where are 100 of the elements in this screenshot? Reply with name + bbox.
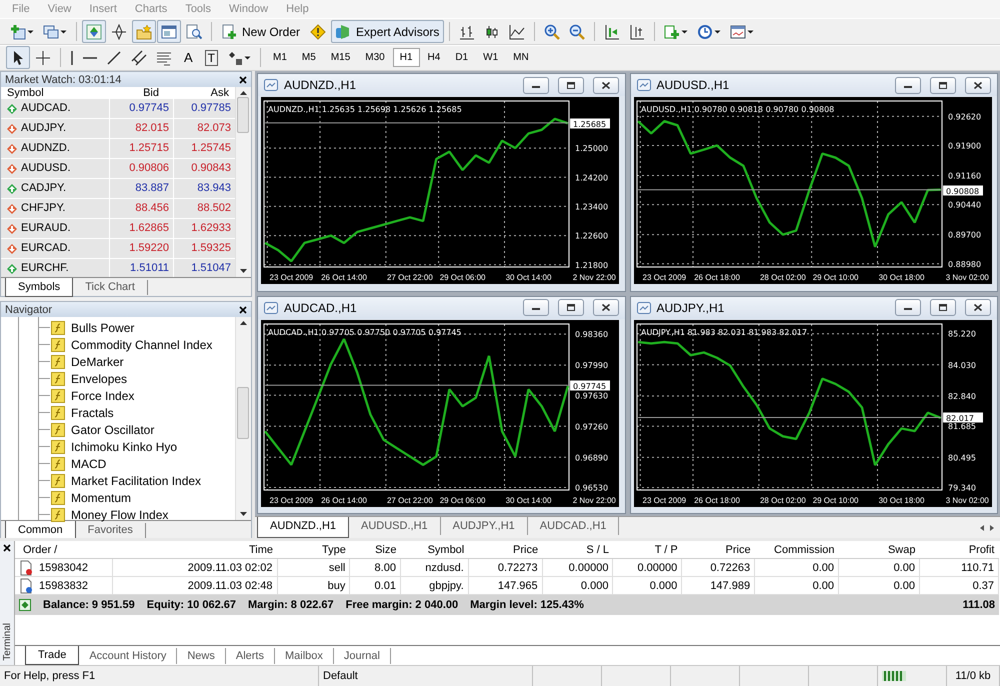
- tree-item[interactable]: Money Flow Index: [71, 508, 168, 522]
- axis-label: 23 Oct 2009: [270, 496, 314, 505]
- scrollbar-thumb[interactable]: [237, 387, 249, 440]
- scroll-up-icon[interactable]: [240, 321, 247, 326]
- column-header[interactable]: Ask: [165, 87, 235, 100]
- scrollbar[interactable]: [235, 87, 251, 278]
- tree-item[interactable]: Envelopes: [71, 372, 128, 386]
- column-header[interactable]: Commission: [754, 541, 839, 559]
- tree-item[interactable]: Ichimoku Kinko Hyo: [71, 440, 178, 454]
- column-header[interactable]: Type: [277, 541, 350, 559]
- minimize-button[interactable]: [522, 76, 548, 94]
- restore-button[interactable]: [930, 299, 956, 316]
- table-row[interactable]: CHFJPY. 88.456 88.502: [1, 199, 235, 220]
- tree-item[interactable]: Commodity Channel Index: [71, 338, 212, 352]
- column-header[interactable]: Symbol: [1, 87, 95, 100]
- price-chart[interactable]: 1.25000 1.24200 1.23400 1.22600 1.21800 23 Oct 2009 26 Oct 14:00 27 Oct 22:00 29 Oct 06:00 30 Oct 14:00 2 Nov 22:00 1.25685 AUDNZD.,H1 1.25635 1.25698 1.25626 1.25685: [261, 97, 619, 284]
- vertical-line-icon: [70, 50, 74, 65]
- toolbar-button[interactable]: [6, 46, 30, 70]
- column-header[interactable]: Size: [350, 541, 400, 559]
- tab[interactable]: News: [177, 648, 226, 664]
- table-row[interactable]: 15983042 2009.11.03 02:02 sell 8.00 nzdusd. 0.72273 0.00000 0.00000 0.72263 0.00 0.00 110.71: [15, 558, 998, 577]
- table-cell: 0.90806: [109, 159, 173, 178]
- column-header[interactable]: Symbol: [400, 541, 468, 559]
- minimize-button[interactable]: [895, 299, 921, 316]
- scroll-down-icon[interactable]: [240, 512, 247, 516]
- table-cell: 83.887: [109, 179, 173, 198]
- table-row[interactable]: EURAUD. 1.62865 1.62933: [1, 219, 235, 240]
- window-title: AUDJPY.,H1: [656, 300, 726, 315]
- tab[interactable]: AUDNZD.,H1: [257, 517, 350, 538]
- minimize-button[interactable]: [522, 299, 548, 316]
- close-button[interactable]: [592, 299, 618, 316]
- timeframe-button[interactable]: H4: [420, 48, 448, 68]
- column-header[interactable]: Price: [468, 541, 542, 559]
- tab[interactable]: AUDCAD.,H1: [528, 517, 620, 536]
- restore-button[interactable]: [930, 76, 956, 94]
- close-icon[interactable]: [239, 76, 247, 84]
- column-header[interactable]: Profit: [919, 541, 998, 559]
- scroll-down-icon[interactable]: [240, 269, 247, 274]
- tab[interactable]: AUDUSD.,H1: [349, 517, 441, 536]
- column-header[interactable]: Swap: [838, 541, 920, 559]
- label-tool-button[interactable]: T: [200, 46, 222, 70]
- tree-item[interactable]: MACD: [71, 456, 106, 471]
- tree-item[interactable]: Momentum: [71, 490, 132, 505]
- axis-label: 28 Oct 02:00: [760, 496, 806, 505]
- table-row[interactable]: CADJPY. 83.887 83.943: [1, 179, 235, 200]
- column-header[interactable]: Bid: [95, 87, 165, 100]
- tree-item[interactable]: Fractals: [71, 406, 114, 420]
- minimize-button[interactable]: [895, 76, 921, 94]
- tree-item[interactable]: Bulls Power: [71, 320, 134, 335]
- close-icon[interactable]: [239, 306, 247, 314]
- scrollbar-thumb[interactable]: [237, 97, 249, 134]
- tab[interactable]: Tick Chart: [73, 280, 148, 296]
- timeframe-button[interactable]: D1: [448, 48, 476, 68]
- price-chart[interactable]: 0.92620 0.91900 0.91160 0.90440 0.89700 0.88980 23 Oct 2009 26 Oct 18:00 28 Oct 02:00 29 Oct 10:00 30 Oct 18:00 3 Nov 02:00 0.90808 AUDUSD.,H1 0.90780 0.90818 0.90780 0.90808: [634, 97, 992, 284]
- tab[interactable]: Account History: [79, 648, 178, 664]
- timeframe-button[interactable]: M5: [294, 48, 323, 68]
- tab[interactable]: Alerts: [226, 648, 275, 664]
- column-header[interactable]: S / L: [542, 541, 613, 559]
- timeframe-button[interactable]: M1: [266, 48, 294, 68]
- tab[interactable]: AUDJPY.,H1: [440, 517, 528, 536]
- column-header[interactable]: Order /: [15, 541, 112, 559]
- column-header[interactable]: T / P: [612, 541, 682, 559]
- tree-item[interactable]: Gator Oscillator: [71, 422, 154, 437]
- table-cell: 0.00000: [542, 558, 613, 577]
- scrollbar[interactable]: [235, 317, 251, 520]
- close-button[interactable]: [965, 76, 991, 94]
- timeframe-button[interactable]: H1: [392, 48, 420, 68]
- indicator-icon: [51, 456, 65, 471]
- tab[interactable]: Symbols: [5, 278, 74, 298]
- tab[interactable]: Mailbox: [275, 648, 334, 664]
- timeframe-button[interactable]: MN: [506, 48, 536, 68]
- tab[interactable]: Trade: [25, 646, 80, 665]
- column-header[interactable]: Time: [112, 541, 278, 559]
- timeframe-button[interactable]: M30: [358, 48, 392, 68]
- table-row[interactable]: AUDNZD. 1.25715 1.25745: [1, 139, 235, 160]
- table-row[interactable]: EURCHF. 1.51011 1.51047: [1, 259, 235, 280]
- tree-item[interactable]: Market Facilitation Index: [71, 474, 202, 488]
- close-button[interactable]: [965, 299, 991, 316]
- text-tool-button[interactable]: A: [177, 46, 200, 70]
- expert-advisors-button[interactable]: Expert Advisors: [331, 20, 444, 44]
- new-order-button[interactable]: New Order: [217, 20, 306, 44]
- table-row[interactable]: AUDUSD. 0.90806 0.90843: [1, 159, 235, 180]
- scroll-left-icon[interactable]: [980, 525, 984, 532]
- timeframe-button[interactable]: M15: [324, 48, 358, 68]
- table-row[interactable]: AUDJPY. 82.015 82.073: [1, 119, 235, 140]
- close-button[interactable]: [592, 76, 618, 94]
- column-header[interactable]: Price: [682, 541, 755, 559]
- table-row[interactable]: AUDCAD. 0.97745 0.97785: [1, 99, 235, 120]
- close-icon: [600, 80, 610, 90]
- tab[interactable]: Journal: [334, 648, 391, 664]
- price-chart[interactable]: 85.220 84.030 82.840 81.685 80.495 79.340 23 Oct 2009 26 Oct 18:00 28 Oct 02:00 29 Oct 10:00 30 Oct 18:00 3 Nov 02:00 82.017 AUDJPY.,H1 81.983 82.031 81.983 82.017: [634, 320, 992, 507]
- close-icon[interactable]: [3, 544, 11, 552]
- price-chart[interactable]: 0.98360 0.97990 0.97630 0.97260 0.96890 0.96530 23 Oct 2009 26 Oct 14:00 27 Oct 22:00 29 Oct 06:00 30 Oct 14:00 2 Nov 22:00 0.97745 AUDCAD.,H1 0.97705 0.97750 0.97705 0.97745: [261, 320, 619, 507]
- scroll-right-icon[interactable]: [990, 525, 994, 532]
- timeframe-button[interactable]: W1: [476, 48, 506, 68]
- restore-button[interactable]: [558, 76, 584, 94]
- tree-item[interactable]: Force Index: [71, 388, 134, 403]
- table-row[interactable]: EURCAD. 1.59220 1.59325: [1, 239, 235, 260]
- restore-button[interactable]: [558, 299, 584, 316]
- tree-item[interactable]: DeMarker: [71, 354, 124, 369]
